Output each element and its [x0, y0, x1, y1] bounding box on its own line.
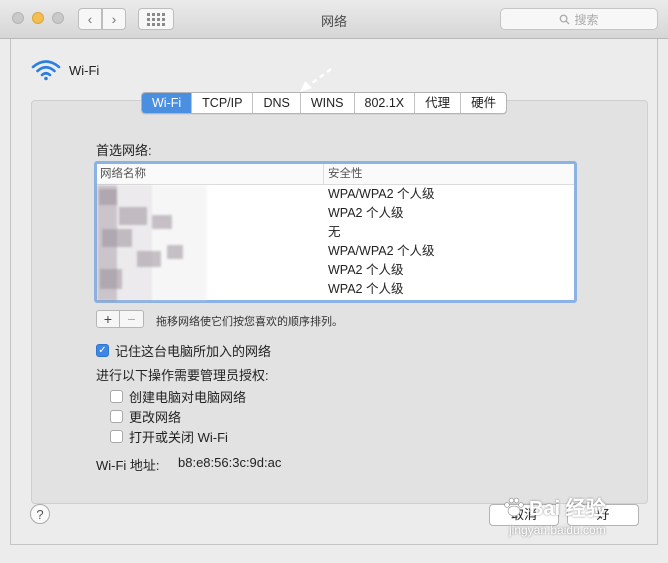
- tab-hardware[interactable]: 硬件: [461, 93, 506, 113]
- remove-network-button[interactable]: −: [120, 310, 144, 328]
- column-header-network-name[interactable]: 网络名称: [97, 164, 324, 184]
- wifi-address-value: b8:e8:56:3c:9d:ac: [178, 455, 282, 470]
- create-computer-network-option[interactable]: 创建电脑对电脑网络: [110, 387, 246, 406]
- window-titlebar: ‹ › 网络 搜索: [0, 0, 668, 39]
- remember-networks-option[interactable]: ✓ 记住这台电脑所加入的网络: [96, 341, 271, 360]
- table-body: WPA/WPA2 个人级 WPA2 个人级 无 WPA/WPA2 个人级 WPA…: [97, 185, 574, 301]
- remember-networks-label: 记住这台电脑所加入的网络: [115, 344, 272, 359]
- wifi-icon: [31, 60, 61, 81]
- paw-icon: [504, 497, 524, 516]
- admin-auth-label: 进行以下操作需要管理员授权:: [96, 368, 269, 383]
- create-computer-network-label: 创建电脑对电脑网络: [129, 390, 247, 405]
- watermark-brand: Bai 经验: [529, 498, 606, 520]
- add-remove-controls: + −: [96, 310, 144, 328]
- tab-8021x[interactable]: 802.1X: [355, 93, 416, 113]
- search-icon: [560, 14, 571, 25]
- watermark-url: jingyan.baidu.com: [509, 523, 606, 537]
- drag-hint-text: 拖移网络使它们按您喜欢的顺序排列。: [156, 316, 343, 328]
- tab-wifi[interactable]: Wi-Fi: [142, 93, 193, 113]
- tab-proxy[interactable]: 代理: [415, 93, 462, 113]
- service-header: Wi-Fi: [31, 59, 99, 81]
- watermark-logo: Bai 经验: [503, 492, 663, 521]
- wifi-address-label: Wi-Fi 地址:: [96, 458, 160, 473]
- help-button[interactable]: ?: [30, 504, 50, 524]
- table-header: 网络名称 安全性: [97, 164, 574, 185]
- toggle-wifi-option[interactable]: 打开或关闭 Wi-Fi: [110, 427, 228, 446]
- search-placeholder: 搜索: [574, 12, 599, 27]
- preferred-networks-table[interactable]: 网络名称 安全性 WPA/WPA2 个人级 WPA2 个人级 无 WPA/WPA…: [94, 161, 577, 303]
- security-cell: WPA2 个人级: [328, 206, 404, 220]
- checkbox[interactable]: [110, 390, 123, 403]
- security-cell: WPA/WPA2 个人级: [328, 244, 435, 258]
- checkbox[interactable]: [110, 410, 123, 423]
- security-cell: WPA2 个人级: [328, 263, 404, 277]
- redacted-network-names: [97, 185, 207, 301]
- column-header-security[interactable]: 安全性: [324, 164, 363, 184]
- security-cell: 无: [328, 225, 341, 239]
- security-cell: WPA/WPA2 个人级: [328, 187, 435, 201]
- change-network-option[interactable]: 更改网络: [110, 407, 181, 426]
- security-cell: WPA2 个人级: [328, 282, 404, 296]
- service-name: Wi-Fi: [69, 62, 100, 78]
- tab-tcpip[interactable]: TCP/IP: [192, 93, 254, 113]
- toggle-wifi-label: 打开或关闭 Wi-Fi: [129, 430, 228, 445]
- tab-wins[interactable]: WINS: [301, 93, 355, 113]
- search-field[interactable]: 搜索: [500, 8, 658, 30]
- wifi-advanced-sheet: Wi-Fi Wi-Fi TCP/IP DNS WINS 802.1X 代理 硬件…: [10, 39, 658, 545]
- annotation-arrow: [300, 68, 332, 92]
- baidu-watermark: Bai 经验 jingyan.baidu.com: [503, 492, 663, 552]
- preferred-networks-label: 首选网络:: [96, 143, 152, 158]
- add-network-button[interactable]: +: [96, 310, 120, 328]
- checkbox[interactable]: [110, 430, 123, 443]
- change-network-label: 更改网络: [129, 410, 182, 425]
- tab-bar: Wi-Fi TCP/IP DNS WINS 802.1X 代理 硬件: [141, 92, 508, 114]
- tab-dns[interactable]: DNS: [253, 93, 301, 113]
- checkbox-checked[interactable]: ✓: [96, 344, 109, 357]
